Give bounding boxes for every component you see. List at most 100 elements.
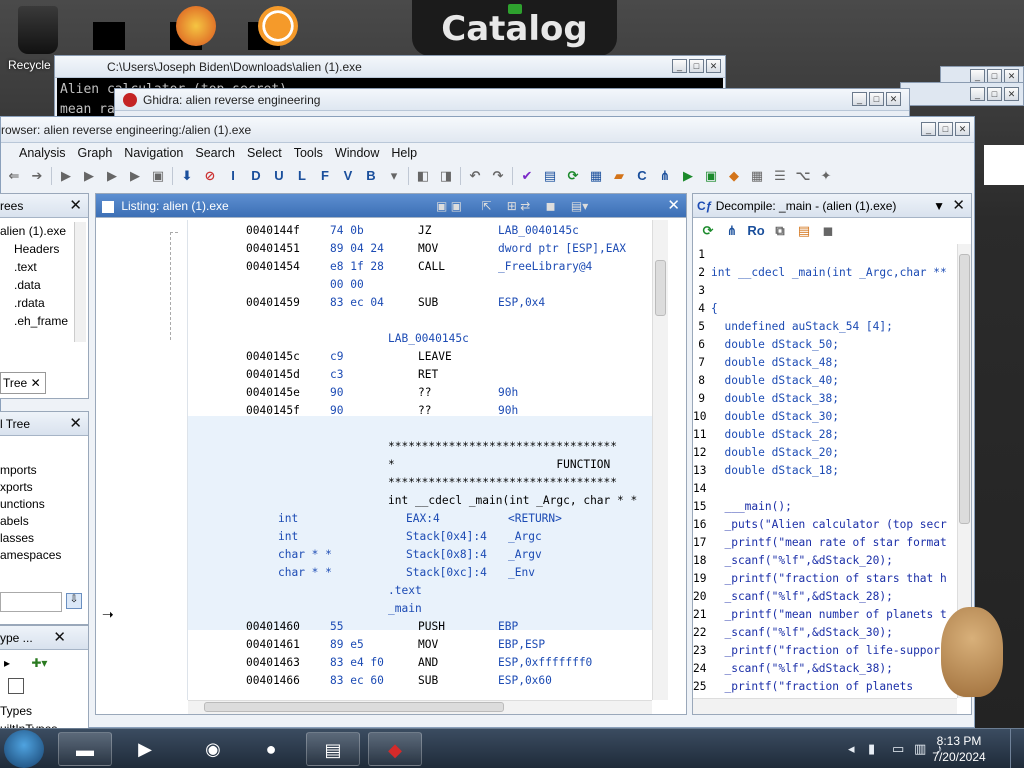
type-icon[interactable]: ✚▾ xyxy=(31,656,47,670)
ghidra-project-titlebar[interactable]: Ghidra: alien reverse engineering _ □ ✕ xyxy=(115,89,909,111)
instruction-row[interactable]: 00401459 83 ec 04 SUB ESP,0x4 xyxy=(188,294,652,312)
symbol-filter-input[interactable] xyxy=(0,592,62,612)
label-icon[interactable]: L xyxy=(293,167,311,185)
disassemble-icon[interactable]: ⬇ xyxy=(178,167,196,185)
copy-icon[interactable]: ⧉ xyxy=(771,222,789,240)
checkmark-icon[interactable]: ✔ xyxy=(518,167,536,185)
nav-icon[interactable]: ▣ xyxy=(149,167,167,185)
code-line[interactable]: 18 _scanf("%lf",&dStack_20); xyxy=(693,552,957,570)
nav-icon[interactable]: ▶ xyxy=(57,167,75,185)
function-icon[interactable]: F xyxy=(316,167,334,185)
code-line[interactable]: 11 double dStack_28; xyxy=(693,426,957,444)
maximize-button[interactable]: □ xyxy=(689,59,704,73)
code-line[interactable]: 5 undefined auStack_54 [4]; xyxy=(693,318,957,336)
console-titlebar[interactable]: C:\Users\Joseph Biden\Downloads\alien (1… xyxy=(55,56,725,78)
field-icon[interactable]: ⊞ xyxy=(507,199,517,213)
bookmark-icon[interactable]: ◨ xyxy=(437,167,455,185)
close-button[interactable]: ✕ xyxy=(1004,69,1019,83)
code-line[interactable]: 10 double dStack_30; xyxy=(693,408,957,426)
refresh-icon[interactable]: ⟳ xyxy=(699,222,717,240)
dropdown-icon[interactable]: ▾ xyxy=(385,167,403,185)
taskbar-app-globe[interactable]: ◉ xyxy=(186,732,240,766)
export-icon[interactable]: ▤ xyxy=(795,222,813,240)
code-line[interactable]: 17 _printf("mean rate of star format xyxy=(693,534,957,552)
symbol-tree-item[interactable]: amespaces xyxy=(0,547,61,564)
minimize-button[interactable]: _ xyxy=(970,87,985,101)
play-icon[interactable]: ▶ xyxy=(679,167,697,185)
symbol-tree-item[interactable]: unctions xyxy=(0,496,61,513)
app-icon[interactable] xyxy=(176,6,216,46)
banner-row[interactable]: * FUNCTION xyxy=(188,456,652,474)
scroll-thumb[interactable] xyxy=(204,702,504,712)
code-line[interactable]: 8 double dStack_40; xyxy=(693,372,957,390)
param-row[interactable]: char * * Stack[0xc]:4 _Env xyxy=(188,564,652,582)
instruction-row[interactable]: 0040145e 90?? 90h xyxy=(188,384,652,402)
menu-analysis[interactable]: Analysis xyxy=(13,146,72,160)
operand[interactable]: ESP,0x4 xyxy=(498,294,545,312)
close-button[interactable]: ✕ xyxy=(955,122,970,136)
tree-root[interactable]: alien (1).exe xyxy=(0,222,72,240)
section-row[interactable]: .text xyxy=(188,582,652,600)
back-arrow-icon[interactable]: ⇐ xyxy=(5,167,23,185)
listing-hscroll[interactable] xyxy=(188,700,652,714)
code-line[interactable]: 15 ___main(); xyxy=(693,498,957,516)
collapse-icon[interactable] xyxy=(8,678,24,694)
instruction-row[interactable]: 00401466 83 ec 60 SUB ESP,0x60 xyxy=(188,672,652,690)
menu-navigation[interactable]: Navigation xyxy=(118,146,189,160)
memory-icon[interactable]: ▤ xyxy=(541,167,559,185)
listing-overview[interactable] xyxy=(668,220,686,700)
operand[interactable]: EBP,ESP xyxy=(498,636,545,654)
instruction-row[interactable]: 0040144f 74 0b JZ LAB_0040145c xyxy=(188,222,652,240)
data-type-item[interactable]: Types xyxy=(0,702,57,720)
code-line[interactable]: 6 double dStack_50; xyxy=(693,336,957,354)
undo-icon[interactable]: ↶ xyxy=(466,167,484,185)
code-line[interactable]: 13 double dStack_18; xyxy=(693,462,957,480)
code-line[interactable]: 24 _scanf("%lf",&dStack_38); xyxy=(693,660,957,678)
snapshot-icon[interactable]: ◼ xyxy=(546,199,556,213)
code-line[interactable]: 14 xyxy=(693,480,957,498)
operand[interactable]: dword ptr [ESP],EAX xyxy=(498,240,626,258)
refresh-icon[interactable]: ⟳ xyxy=(564,167,582,185)
code-line[interactable]: 4{ xyxy=(693,300,957,318)
code-line[interactable]: 3 xyxy=(693,282,957,300)
arrow-icon[interactable]: ▸ xyxy=(4,656,10,670)
code-label[interactable]: LAB_0040145c xyxy=(388,330,469,348)
operand[interactable]: LAB_0040145c xyxy=(498,222,579,240)
bookmark-icon[interactable]: ◧ xyxy=(414,167,432,185)
tree-item[interactable]: .text xyxy=(0,258,72,276)
symbol-tree-item[interactable]: xports xyxy=(0,479,61,496)
menu-dropdown-icon[interactable]: ▼ xyxy=(933,194,945,218)
tray-arrow-icon[interactable]: ◂ xyxy=(848,741,855,757)
code-line[interactable]: 16 _puts("Alien calculator (top secr xyxy=(693,516,957,534)
taskbar-app-ghidra[interactable]: ◆ xyxy=(368,732,422,766)
close-icon[interactable]: ✕ xyxy=(667,194,680,218)
operand[interactable]: 90h xyxy=(498,402,518,420)
instruction-row[interactable]: 00401461 89 e5 MOV EBP,ESP xyxy=(188,636,652,654)
taskbar-app-window[interactable]: ▤ xyxy=(306,732,360,766)
param-row[interactable]: char * * Stack[0x8]:4 _Argv xyxy=(188,546,652,564)
tree-item[interactable]: .data xyxy=(0,276,72,294)
instruction-row[interactable]: 00401460 55 PUSH EBP xyxy=(188,618,652,636)
variable-icon[interactable]: V xyxy=(339,167,357,185)
desktop-shortcut-icon[interactable] xyxy=(93,22,125,50)
maximize-button[interactable]: □ xyxy=(987,69,1002,83)
maximize-button[interactable]: □ xyxy=(938,122,953,136)
function-label[interactable]: _main xyxy=(388,600,422,618)
tree-icon[interactable]: ⌥ xyxy=(794,167,812,185)
paste-icon[interactable]: ▣ xyxy=(451,199,462,213)
signature-row[interactable]: int __cdecl _main(int _Argc, char * * xyxy=(188,492,652,510)
code-line[interactable]: 12 double dStack_20; xyxy=(693,444,957,462)
app-icon[interactable] xyxy=(258,6,298,46)
close-icon[interactable]: ✕ xyxy=(31,376,41,390)
cf-icon[interactable]: C xyxy=(633,167,651,185)
list-icon[interactable]: ☰ xyxy=(771,167,789,185)
tree-scrollbar[interactable] xyxy=(74,222,86,342)
code-line[interactable]: 1 xyxy=(693,246,957,264)
redo-icon[interactable]: ↷ xyxy=(489,167,507,185)
symbol-tree-item[interactable]: abels xyxy=(0,513,61,530)
code-line[interactable]: 2 int __cdecl _main(int _Argc,char ** xyxy=(693,264,957,282)
label-row[interactable]: _main xyxy=(188,600,652,618)
data-icon[interactable]: D xyxy=(247,167,265,185)
instruction-row[interactable]: 00 00 xyxy=(188,276,652,294)
function-signature[interactable]: int __cdecl _main(int _Argc, char * * xyxy=(388,492,637,510)
